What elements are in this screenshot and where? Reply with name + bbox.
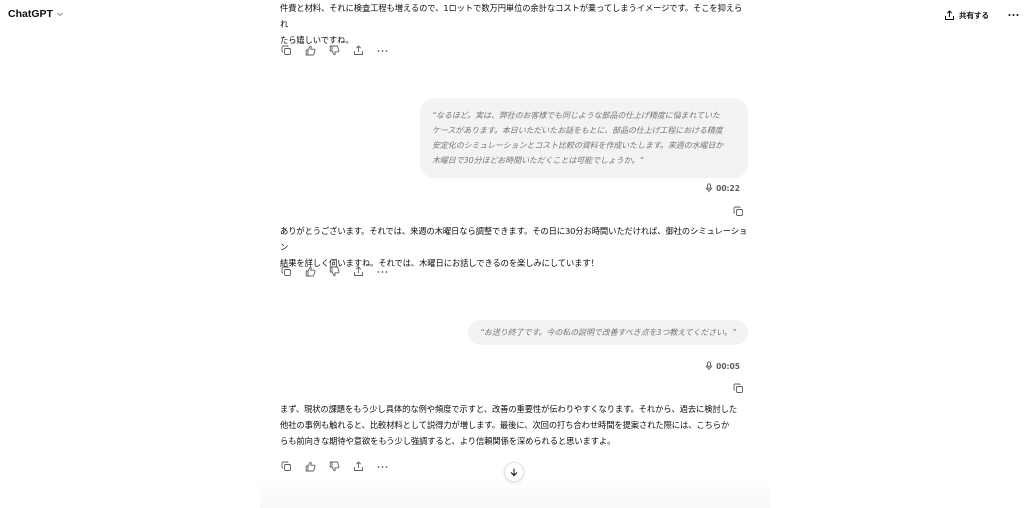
message-line: 件費と材料、それに検査工程も増えるので、1ロットで数万円単位の余計なコストが乗っ… xyxy=(280,3,743,29)
thumbs-up-icon[interactable] xyxy=(304,461,316,473)
message-line: 安定化のシミュレーションとコスト比較の資料を作成いたします。来週の水曜日か xyxy=(432,141,724,150)
thumbs-down-icon[interactable] xyxy=(328,461,340,473)
microphone-icon xyxy=(705,183,713,193)
copy-icon[interactable] xyxy=(280,45,292,57)
voice-duration-text: 00:22 xyxy=(716,183,740,193)
share-icon[interactable] xyxy=(352,461,364,473)
message-line: らも前向きな期待や意欲をもう少し強調すると、より信頼関係を深められると思いますよ… xyxy=(280,436,616,446)
more-horizontal-icon xyxy=(1008,13,1019,17)
voice-duration-text: 00:05 xyxy=(716,361,740,371)
share-icon[interactable] xyxy=(352,45,364,57)
share-label: 共有する xyxy=(959,10,989,20)
user-message-bubble: “なるほど。実は、弊社のお客様でも同じような部品の仕上げ精度に悩まれていた ケー… xyxy=(420,98,748,178)
arrow-down-icon xyxy=(509,467,519,477)
scroll-to-bottom-button[interactable] xyxy=(504,462,524,482)
assistant-message: ありがとうございます。それでは、来週の木曜日なら調整できます。その日に30分お時… xyxy=(280,223,750,271)
app-title: ChatGPT xyxy=(8,8,53,20)
share-icon xyxy=(944,9,955,21)
message-line: “なるほど。実は、弊社のお客様でも同じような部品の仕上げ精度に悩まれていた xyxy=(432,111,720,120)
chevron-down-icon xyxy=(56,10,64,18)
user-message-bubble: “お送り終了です。今の私の説明で改善すべき点を3つ教えてください。” xyxy=(468,320,748,345)
assistant-message: まず、現状の課題をもう少し具体的な例や頻度で示すと、改善の重要性が伝わりやすくな… xyxy=(280,401,750,449)
message-line: 木曜日で30分ほどお時間いただくことは可能でしょうか。” xyxy=(432,156,644,165)
message-actions xyxy=(280,460,388,473)
microphone-icon xyxy=(705,361,713,371)
copy-icon[interactable] xyxy=(733,206,745,218)
thumbs-up-icon[interactable] xyxy=(304,45,316,57)
bottom-fade xyxy=(260,478,770,508)
message-line: まず、現状の課題をもう少し具体的な例や頻度で示すと、改善の重要性が伝わりやすくな… xyxy=(280,404,738,414)
share-button[interactable]: 共有する xyxy=(944,7,989,23)
voice-duration: 00:22 xyxy=(705,183,740,193)
share-icon[interactable] xyxy=(352,266,364,278)
copy-icon[interactable] xyxy=(280,461,292,473)
thumbs-down-icon[interactable] xyxy=(328,45,340,57)
more-horizontal-icon[interactable] xyxy=(376,45,388,57)
copy-icon[interactable] xyxy=(280,266,292,278)
message-line: 他社の事例も触れると、比較材料として説得力が増します。最後に、次回の打ち合わせ時… xyxy=(280,420,730,430)
copy-icon[interactable] xyxy=(733,383,745,395)
thumbs-up-icon[interactable] xyxy=(304,266,316,278)
model-selector[interactable]: ChatGPT xyxy=(8,8,64,20)
assistant-message: 件費と材料、それに検査工程も増えるので、1ロットで数万円単位の余計なコストが乗っ… xyxy=(280,0,750,48)
message-line: ありがとうございます。それでは、来週の木曜日なら調整できます。その日に30分お時… xyxy=(280,226,748,252)
more-horizontal-icon[interactable] xyxy=(376,266,388,278)
more-horizontal-icon[interactable] xyxy=(376,461,388,473)
thumbs-down-icon[interactable] xyxy=(328,266,340,278)
message-actions xyxy=(280,265,388,278)
voice-duration: 00:05 xyxy=(705,361,740,371)
message-line: “お送り終了です。今の私の説明で改善すべき点を3つ教えてください。” xyxy=(480,328,736,337)
more-options-button[interactable] xyxy=(1005,7,1021,23)
message-actions xyxy=(280,44,388,57)
message-line: ケースがあります。本日いただいたお話をもとに、部品の仕上げ工程における精度 xyxy=(432,126,723,135)
